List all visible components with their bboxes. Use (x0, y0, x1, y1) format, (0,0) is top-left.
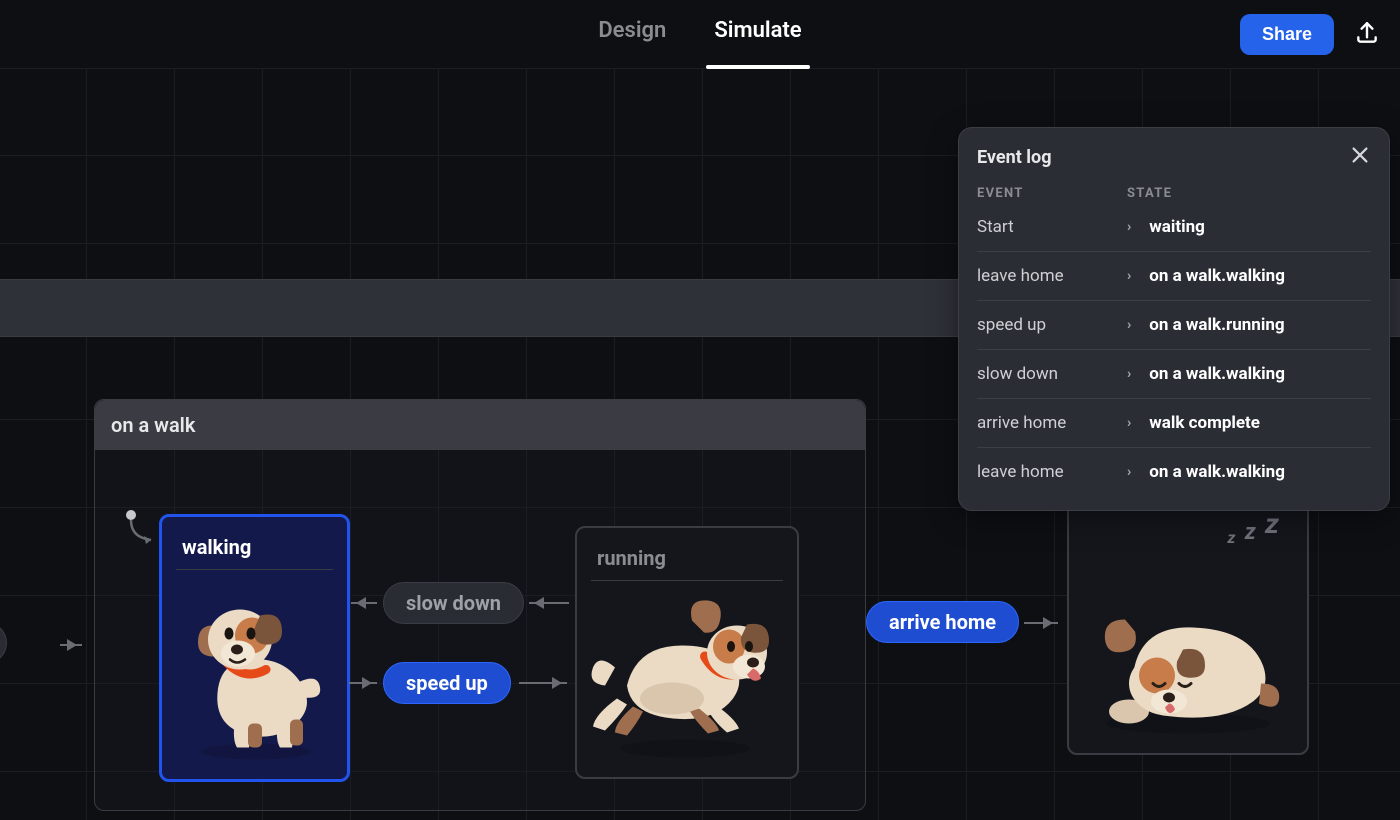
event-log-row[interactable]: leave home› on a walk.walking (977, 448, 1371, 496)
event-log-row[interactable]: slow down› on a walk.walking (977, 350, 1371, 399)
top-right-actions: Share (1240, 14, 1380, 55)
state-node-title: running (577, 528, 797, 574)
panel-column-headers: EVENT STATE (959, 180, 1389, 203)
chevron-right-icon: › (1127, 415, 1131, 431)
event-name: speed up (977, 315, 1127, 335)
divider (591, 580, 783, 581)
event-name: slow down (977, 364, 1127, 384)
arrow-icon (60, 644, 82, 646)
event-name: Start (977, 217, 1127, 237)
compound-body: walking (95, 450, 865, 810)
close-icon[interactable] (1349, 144, 1371, 170)
column-header-state: STATE (1127, 186, 1172, 201)
state-name: walk complete (1149, 413, 1260, 433)
state-node-walk-complete[interactable]: z z z (1067, 491, 1309, 755)
tab-design[interactable]: Design (598, 18, 666, 51)
panel-header: Event log (959, 128, 1389, 180)
chevron-right-icon: › (1127, 219, 1131, 235)
event-log-rows: Start›waitingleave home›on a walk.walkin… (959, 203, 1389, 510)
event-pill-label: slow down (406, 591, 501, 615)
state-node-title: walking (162, 517, 347, 563)
mode-tabs: Design Simulate (598, 18, 801, 51)
state-name: waiting (1149, 217, 1205, 237)
chevron-right-icon: › (1127, 268, 1131, 284)
compound-state-on-a-walk[interactable]: on a walk walking (94, 399, 866, 811)
event-name: leave home (977, 266, 1127, 286)
chevron-right-icon: › (1127, 366, 1131, 382)
share-button[interactable]: Share (1240, 14, 1334, 55)
state-machine-canvas[interactable]: home on a walk walking (0, 69, 1400, 820)
initial-state-marker-icon (125, 509, 159, 553)
state-name: on a walk.running (1149, 315, 1284, 335)
chevron-right-icon: › (1127, 464, 1131, 480)
arrow-icon (1024, 622, 1058, 624)
arrow-icon (529, 602, 569, 604)
top-bar: Design Simulate Share (0, 0, 1400, 69)
event-pill-label: speed up (406, 671, 488, 695)
event-pill-leave-home-partial[interactable]: home (0, 622, 7, 664)
dog-walking-illustration (162, 589, 347, 764)
dog-sleeping-illustration (1069, 573, 1307, 738)
state-name: on a walk.walking (1149, 364, 1285, 384)
event-name: leave home (977, 462, 1127, 482)
event-log-row[interactable]: Start› waiting (977, 203, 1371, 252)
state-node-walking[interactable]: walking (159, 514, 350, 782)
event-log-row[interactable]: leave home› on a walk.walking (977, 252, 1371, 301)
event-pill-slow-down[interactable]: slow down (383, 582, 524, 624)
compound-state-title: on a walk (95, 400, 865, 450)
state-name: on a walk.walking (1149, 462, 1285, 482)
dog-running-illustration (577, 588, 797, 763)
state-node-running[interactable]: running (575, 526, 799, 779)
zzz-icon: z z z (1228, 507, 1281, 549)
event-name: arrive home (977, 413, 1127, 433)
upload-icon[interactable] (1354, 20, 1380, 50)
chevron-right-icon: › (1127, 317, 1131, 333)
event-pill-arrive-home[interactable]: arrive home (866, 601, 1019, 643)
event-pill-speed-up[interactable]: speed up (383, 662, 511, 704)
arrow-icon (519, 682, 567, 684)
event-log-row[interactable]: arrive home› walk complete (977, 399, 1371, 448)
event-log-panel: Event log EVENT STATE Start›waitingleave… (958, 127, 1390, 511)
event-log-row[interactable]: speed up› on a walk.running (977, 301, 1371, 350)
column-header-event: EVENT (977, 186, 1127, 201)
state-name: on a walk.walking (1149, 266, 1285, 286)
arrow-icon (351, 602, 377, 604)
arrow-icon (349, 682, 377, 684)
event-pill-label: arrive home (889, 610, 996, 634)
panel-title: Event log (977, 147, 1051, 168)
tab-simulate[interactable]: Simulate (714, 18, 801, 51)
divider (176, 569, 333, 570)
